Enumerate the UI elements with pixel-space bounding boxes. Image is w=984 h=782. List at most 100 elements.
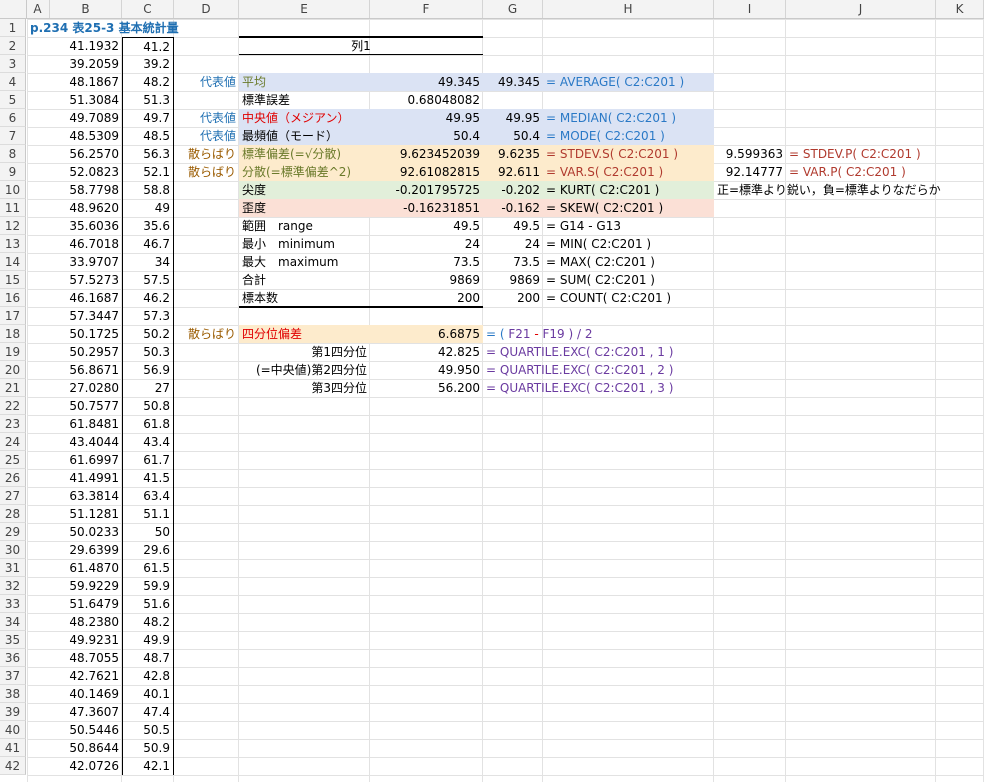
cell-c18[interactable]: 50.2 — [122, 325, 174, 343]
sheet-title[interactable]: p.234 表25-3 基本統計量 — [27, 19, 182, 37]
g-max[interactable]: 73.5 — [483, 253, 543, 271]
label-q3[interactable]: 第3四分位 — [239, 379, 370, 397]
cell-c8[interactable]: 56.3 — [122, 145, 174, 163]
formula-skewness[interactable]: = SKEW( C2:C201 ) — [543, 199, 714, 217]
cell-b37[interactable]: 42.7621 — [50, 667, 122, 685]
formula-median[interactable]: = MEDIAN( C2:C201 ) — [543, 109, 714, 127]
row-header-35[interactable]: 35 — [0, 631, 26, 649]
label-d6[interactable]: 代表値 — [174, 109, 239, 127]
cell-c28[interactable]: 51.1 — [122, 505, 174, 523]
cell-c27[interactable]: 63.4 — [122, 487, 174, 505]
formula-mode[interactable]: = MODE( C2:C201 ) — [543, 127, 714, 145]
row-header-4[interactable]: 4 — [0, 73, 26, 91]
label-mean[interactable]: 平均 — [239, 73, 370, 91]
label-d7[interactable]: 代表値 — [174, 127, 239, 145]
formula-kurtosis[interactable]: = KURT( C2:C201 ) — [543, 181, 714, 199]
label-min[interactable]: 最小 minimum — [239, 235, 370, 253]
cell-c40[interactable]: 50.5 — [122, 721, 174, 739]
label-d9[interactable]: 散らばり — [174, 163, 239, 181]
row-header-40[interactable]: 40 — [0, 721, 26, 739]
row-header-1[interactable]: 1 — [0, 19, 26, 37]
formula-stdevp[interactable]: = STDEV.P( C2:C201 ) — [786, 145, 936, 163]
formula-q3[interactable]: = QUARTILE.EXC( C2:C201 , 3 ) — [483, 379, 703, 397]
row-header-17[interactable]: 17 — [0, 307, 26, 325]
formula-min[interactable]: = MIN( C2:C201 ) — [543, 235, 714, 253]
value-range[interactable]: 49.5 — [370, 217, 483, 235]
value-q2[interactable]: 49.950 — [370, 361, 483, 379]
g-median[interactable]: 49.95 — [483, 109, 543, 127]
g-skewness[interactable]: -0.162 — [483, 199, 543, 217]
cell-b29[interactable]: 50.0233 — [50, 523, 122, 541]
g-min[interactable]: 24 — [483, 235, 543, 253]
cell-b41[interactable]: 50.8644 — [50, 739, 122, 757]
cell-b22[interactable]: 50.7577 — [50, 397, 122, 415]
row-header-15[interactable]: 15 — [0, 271, 26, 289]
cell-c35[interactable]: 49.9 — [122, 631, 174, 649]
cell-b24[interactable]: 43.4044 — [50, 433, 122, 451]
row-header-42[interactable]: 42 — [0, 757, 26, 775]
value-q3[interactable]: 56.200 — [370, 379, 483, 397]
formula-sum[interactable]: = SUM( C2:C201 ) — [543, 271, 714, 289]
value-q1[interactable]: 42.825 — [370, 343, 483, 361]
value-stdevp[interactable]: 9.599363 — [714, 145, 786, 163]
row-header-38[interactable]: 38 — [0, 685, 26, 703]
row-header-33[interactable]: 33 — [0, 595, 26, 613]
cell-c7[interactable]: 48.5 — [122, 127, 174, 145]
cell-c23[interactable]: 61.8 — [122, 415, 174, 433]
g-sum[interactable]: 9869 — [483, 271, 543, 289]
cell-c36[interactable]: 48.7 — [122, 649, 174, 667]
cell-b19[interactable]: 50.2957 — [50, 343, 122, 361]
formula-quartile-dev[interactable]: = ( F21 - F19 ) / 2 — [483, 325, 683, 343]
cell-c13[interactable]: 46.7 — [122, 235, 174, 253]
cell-b40[interactable]: 50.5446 — [50, 721, 122, 739]
label-stdev[interactable]: 標準偏差(=√分散) — [239, 145, 370, 163]
cell-b33[interactable]: 51.6479 — [50, 595, 122, 613]
formula-stdev[interactable]: = STDEV.S( C2:C201 ) — [543, 145, 714, 163]
cell-c25[interactable]: 61.7 — [122, 451, 174, 469]
cell-b13[interactable]: 46.7018 — [50, 235, 122, 253]
cell-c2[interactable]: 41.2 — [122, 37, 174, 55]
cell-b34[interactable]: 48.2380 — [50, 613, 122, 631]
cell-c15[interactable]: 57.5 — [122, 271, 174, 289]
cell-b2[interactable]: 41.1932 — [50, 37, 122, 55]
label-quartile-dev[interactable]: 四分位偏差 — [239, 325, 370, 343]
label-stderr[interactable]: 標準誤差 — [239, 91, 370, 109]
cell-b28[interactable]: 51.1281 — [50, 505, 122, 523]
select-all-corner[interactable] — [0, 0, 27, 18]
cell-c11[interactable]: 49 — [122, 199, 174, 217]
cell-b39[interactable]: 47.3607 — [50, 703, 122, 721]
formula-q1[interactable]: = QUARTILE.EXC( C2:C201 , 1 ) — [483, 343, 703, 361]
cell-b17[interactable]: 57.3447 — [50, 307, 122, 325]
value-max[interactable]: 73.5 — [370, 253, 483, 271]
row-header-18[interactable]: 18 — [0, 325, 26, 343]
column-header-j[interactable]: J — [786, 0, 936, 18]
cell-c22[interactable]: 50.8 — [122, 397, 174, 415]
label-sum[interactable]: 合計 — [239, 271, 370, 289]
cell-b32[interactable]: 59.9229 — [50, 577, 122, 595]
row-header-19[interactable]: 19 — [0, 343, 26, 361]
label-median[interactable]: 中央値（メジアン） — [239, 109, 370, 127]
cell-b16[interactable]: 46.1687 — [50, 289, 122, 307]
cell-b20[interactable]: 56.8671 — [50, 361, 122, 379]
row-header-2[interactable]: 2 — [0, 37, 26, 55]
row-header-30[interactable]: 30 — [0, 541, 26, 559]
formula-range[interactable]: = G14 - G13 — [543, 217, 714, 235]
row-header-29[interactable]: 29 — [0, 523, 26, 541]
value-mode[interactable]: 50.4 — [370, 127, 483, 145]
cell-c21[interactable]: 27 — [122, 379, 174, 397]
cell-c16[interactable]: 46.2 — [122, 289, 174, 307]
cell-b3[interactable]: 39.2059 — [50, 55, 122, 73]
cell-b7[interactable]: 48.5309 — [50, 127, 122, 145]
row-header-13[interactable]: 13 — [0, 235, 26, 253]
cell-c42[interactable]: 42.1 — [122, 757, 174, 775]
formula-q2[interactable]: = QUARTILE.EXC( C2:C201 , 2 ) — [483, 361, 703, 379]
cell-c39[interactable]: 47.4 — [122, 703, 174, 721]
column-header-f[interactable]: F — [370, 0, 483, 18]
cell-b23[interactable]: 61.8481 — [50, 415, 122, 433]
cell-c26[interactable]: 41.5 — [122, 469, 174, 487]
cell-b42[interactable]: 42.0726 — [50, 757, 122, 775]
label-variance[interactable]: 分散(=標準偏差^2) — [239, 163, 370, 181]
formula-max[interactable]: = MAX( C2:C201 ) — [543, 253, 714, 271]
cell-b25[interactable]: 61.6997 — [50, 451, 122, 469]
column-header-b[interactable]: B — [50, 0, 122, 18]
